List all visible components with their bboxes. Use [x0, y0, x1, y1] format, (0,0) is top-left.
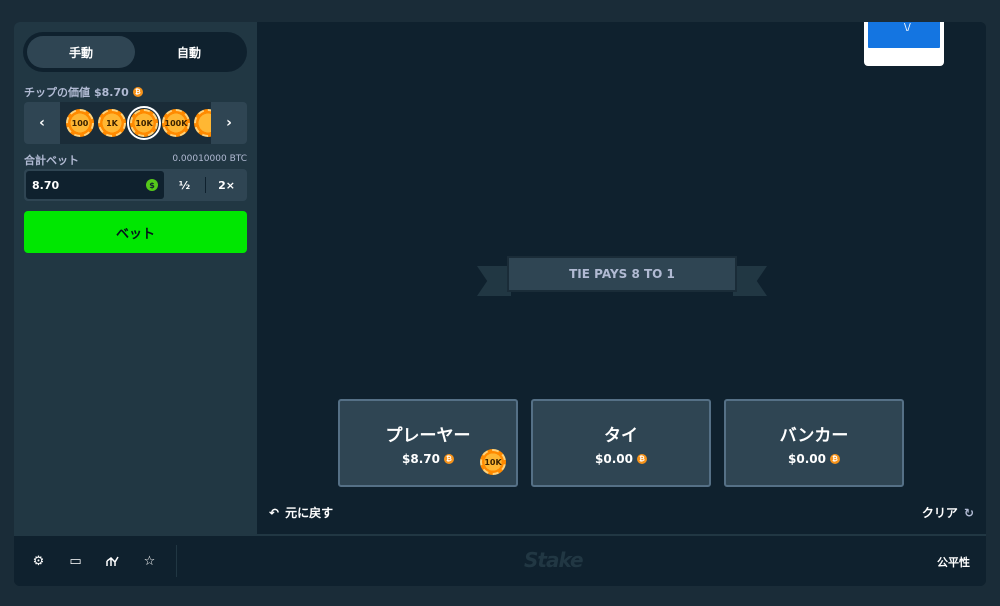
player-bet-amount-row: $8.70 ₿	[402, 452, 454, 466]
mode-toggle: 手動 自動	[23, 32, 247, 72]
gear-icon[interactable]: ⚙	[20, 536, 57, 586]
tie-pays-banner: TIE PAYS 8 TO 1	[477, 256, 767, 298]
chip-1k[interactable]: 1K	[98, 109, 126, 137]
undo-icon: ↶	[269, 505, 280, 520]
auto-mode-button[interactable]: 自動	[135, 36, 243, 68]
total-bet-btc: 0.00010000 BTC	[172, 154, 247, 164]
total-bet-label: 合計ベット	[24, 154, 79, 167]
player-bet-title: プレーヤー	[385, 425, 471, 446]
chevron-right-icon[interactable]: ›	[211, 102, 247, 144]
chip-track: 100 1K 10K 100K	[60, 102, 211, 144]
player-bet-box[interactable]: プレーヤー $8.70 ₿ 10K	[338, 399, 518, 487]
bitcoin-icon: ₿	[636, 453, 647, 464]
ribbon-right	[733, 266, 767, 296]
chip-value-amount: $8.70	[94, 85, 129, 99]
chip-partial[interactable]	[194, 109, 211, 137]
banker-bet-amount: $0.00	[788, 451, 826, 466]
tie-bet-amount: $0.00	[595, 451, 633, 466]
chip-value-label: チップの価値 $8.70 ₿	[24, 84, 143, 100]
chip-100[interactable]: 100	[66, 109, 94, 137]
footer-divider	[176, 545, 177, 577]
banner-text: TIE PAYS 8 TO 1	[507, 256, 737, 292]
chip-selector: ‹ 100 1K 10K 100K ›	[24, 102, 247, 144]
bet-sidebar: 手動 自動 チップの価値 $8.70 ₿ ‹ 100 1K 10K 100K ›…	[14, 22, 257, 534]
bet-amount-input[interactable]: 8.70 $	[26, 171, 164, 199]
stats-chart-icon[interactable]	[94, 536, 131, 586]
bet-amount-group: 8.70 $ ½ 2×	[24, 169, 247, 201]
bitcoin-icon: ₿	[829, 453, 840, 464]
chip-100k[interactable]: 100K	[162, 109, 190, 137]
bet-button[interactable]: ベット	[24, 211, 247, 253]
dollar-icon: $	[146, 179, 158, 191]
clear-label: クリア	[921, 506, 958, 520]
star-icon[interactable]: ☆	[131, 536, 168, 586]
double-bet-button[interactable]: 2×	[206, 169, 247, 201]
game-frame: 手動 自動 チップの価値 $8.70 ₿ ‹ 100 1K 10K 100K ›…	[14, 22, 986, 586]
tie-bet-amount-row: $0.00 ₿	[595, 452, 647, 466]
theatre-mode-icon[interactable]: ▭	[57, 536, 94, 586]
chip-10k[interactable]: 10K	[127, 106, 161, 140]
card-back: \/	[868, 22, 940, 48]
tie-bet-title: タイ	[604, 425, 638, 446]
fairness-button[interactable]: 公平性	[937, 554, 970, 570]
undo-label: 元に戻す	[285, 506, 334, 520]
playing-card: \/	[864, 22, 944, 66]
banker-bet-title: バンカー	[779, 425, 849, 446]
player-bet-amount: $8.70	[402, 451, 440, 466]
undo-button[interactable]: ↶ 元に戻す	[269, 504, 333, 521]
manual-mode-button[interactable]: 手動	[27, 36, 135, 68]
half-bet-button[interactable]: ½	[164, 169, 205, 201]
chevron-left-icon[interactable]: ‹	[24, 102, 60, 144]
baccarat-table: \/ TIE PAYS 8 TO 1 プレーヤー $8.70 ₿ 10K タイ …	[257, 22, 986, 534]
bet-amount-value: 8.70	[32, 178, 60, 192]
bitcoin-icon: ₿	[443, 453, 454, 464]
tie-bet-box[interactable]: タイ $0.00 ₿	[531, 399, 711, 487]
bitcoin-icon: ₿	[132, 87, 143, 97]
footer-bar: ⚙ ▭ ☆ Stake 公平性	[14, 534, 986, 586]
chip-value-title: チップの価値	[24, 86, 90, 99]
card-pattern-icon: \/	[904, 22, 911, 33]
refresh-icon: ↻	[963, 505, 974, 520]
placed-chip-10k: 10K	[480, 449, 506, 475]
clear-button[interactable]: クリア ↻	[922, 504, 974, 521]
banker-bet-amount-row: $0.00 ₿	[788, 452, 840, 466]
stake-logo: Stake	[524, 548, 584, 572]
ribbon-left	[477, 266, 511, 296]
banker-bet-box[interactable]: バンカー $0.00 ₿	[724, 399, 904, 487]
